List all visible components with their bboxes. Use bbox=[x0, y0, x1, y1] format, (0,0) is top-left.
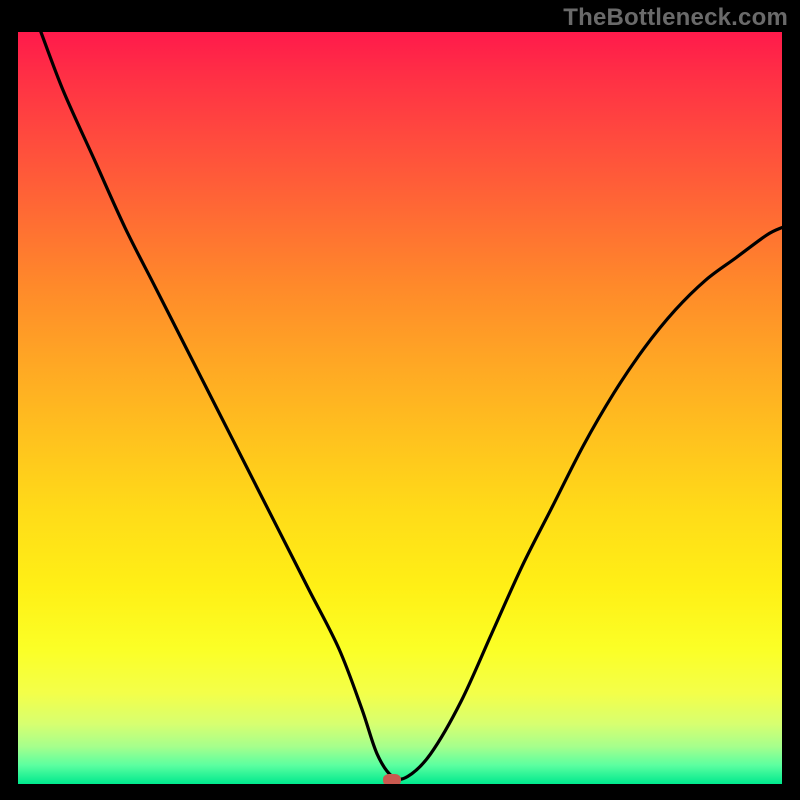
chart-frame: TheBottleneck.com bbox=[0, 0, 800, 800]
v-curve bbox=[41, 32, 782, 779]
curve-svg bbox=[18, 32, 782, 784]
minimum-marker bbox=[383, 774, 401, 784]
plot-area bbox=[18, 32, 782, 784]
watermark-text: TheBottleneck.com bbox=[563, 4, 788, 32]
